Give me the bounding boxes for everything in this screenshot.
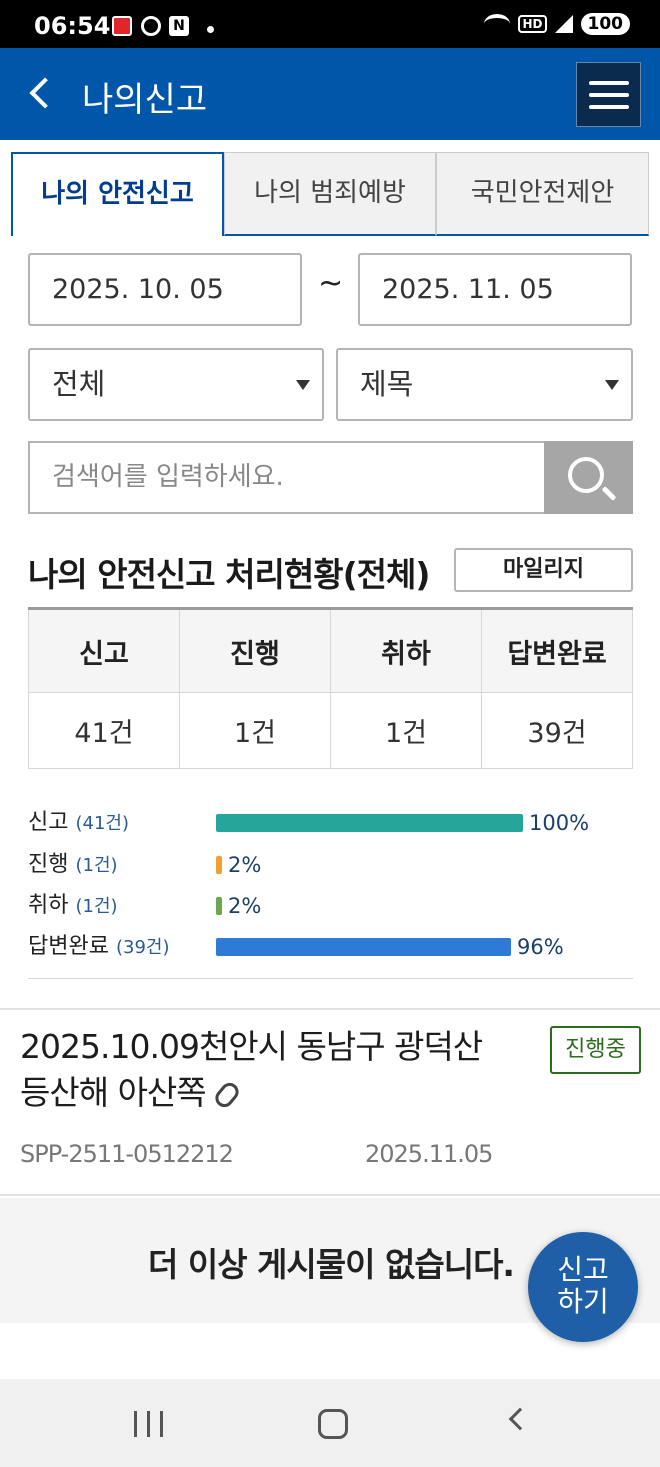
- list-item[interactable]: 2025.10.09천안시 동남구 광덕산 등산해 아산쪽 진행중 SPP-25…: [0, 1008, 660, 1196]
- system-back-button[interactable]: [508, 1407, 532, 1431]
- section-divider: [28, 978, 633, 979]
- fab-line2: 하기: [557, 1285, 609, 1318]
- signal-icon: [554, 15, 573, 33]
- search-icon: [568, 457, 604, 493]
- category-select[interactable]: 전체: [28, 348, 324, 421]
- report-fab-button[interactable]: 신고 하기: [528, 1232, 638, 1342]
- progress-count: (1건): [75, 896, 118, 917]
- progress-row: 취하 (1건) 2%: [28, 887, 633, 919]
- progress-label: 신고 (41건): [28, 804, 129, 836]
- search-input[interactable]: 검색어를 입력하세요.: [28, 441, 546, 514]
- progress-row: 진행 (1건) 2%: [28, 846, 633, 878]
- status-bar: 06:54 N HD 100: [0, 0, 660, 48]
- post-title-line1: 2025.10.09천안시 동남구 광덕산: [20, 1027, 483, 1066]
- recent-apps-icon: [134, 1411, 137, 1437]
- search-field-select[interactable]: 제목: [336, 348, 633, 421]
- battery-indicator: 100: [580, 13, 630, 35]
- hamburger-menu-icon: [589, 81, 629, 85]
- progress-label: 진행 (1건): [28, 846, 118, 878]
- progress-fill: [216, 814, 523, 832]
- hd-voice-icon: HD: [518, 15, 547, 33]
- progress-count: (39건): [115, 937, 170, 958]
- news-app-icon: [112, 16, 132, 36]
- progress-label-text: 진행: [28, 852, 69, 877]
- progress-percent: 2%: [228, 853, 262, 877]
- table-header: 신고: [28, 607, 180, 693]
- search-field-select-value: 제목: [360, 367, 414, 401]
- progress-track: [216, 938, 523, 956]
- tab-bar: 나의 안전신고 나의 범죄예방 국민안전제안: [11, 152, 649, 236]
- no-more-posts-text: 더 이상 게시물이 없습니다.: [148, 1245, 515, 1284]
- progress-label-text: 취하: [28, 893, 69, 918]
- progress-label: 답변완료 (39건): [28, 928, 169, 960]
- start-date-field[interactable]: 2025. 10. 05: [28, 253, 302, 326]
- fab-line1: 신고: [557, 1253, 609, 1286]
- status-summary-table: 신고 진행 취하 답변완료 41건 1건 1건 39건: [28, 607, 633, 769]
- table-header: 진행: [179, 607, 331, 693]
- progress-count: (1건): [75, 855, 118, 876]
- tab-my-crime-prevention[interactable]: 나의 범죄예방: [224, 152, 436, 236]
- recent-apps-button[interactable]: [134, 1411, 164, 1437]
- table-cell: 1건: [330, 692, 482, 769]
- recent-apps-icon-bar: [147, 1411, 150, 1437]
- progress-row: 신고 (41건) 100%: [28, 804, 633, 836]
- recent-apps-icon-bar: [160, 1411, 163, 1437]
- progress-percent: 96%: [517, 935, 564, 959]
- system-nav-bar: [0, 1379, 660, 1467]
- table-header: 답변완료: [481, 607, 633, 693]
- progress-fill: [216, 897, 222, 915]
- menu-button[interactable]: [576, 62, 641, 127]
- table-header: 취하: [330, 607, 482, 693]
- progress-percent: 100%: [529, 811, 590, 835]
- table-cell: 1건: [179, 692, 331, 769]
- end-date-field[interactable]: 2025. 11. 05: [358, 253, 632, 326]
- post-title[interactable]: 2025.10.09천안시 동남구 광덕산 등산해 아산쪽: [20, 1024, 530, 1116]
- progress-fill: [216, 856, 222, 874]
- progress-track: [216, 814, 523, 832]
- alarm-icon: [141, 16, 161, 36]
- app-header: 나의신고: [0, 48, 660, 140]
- tab-public-safety-proposal[interactable]: 국민안전제안: [436, 152, 649, 236]
- progress-row: 답변완료 (39건) 96%: [28, 928, 633, 960]
- status-time: 06:54: [34, 12, 111, 40]
- home-button[interactable]: [318, 1409, 348, 1439]
- progress-percent: 2%: [228, 894, 262, 918]
- mileage-button[interactable]: 마일리지: [454, 548, 633, 592]
- category-select-value: 전체: [52, 367, 106, 401]
- progress-track: [216, 897, 523, 915]
- date-range-separator: ~: [318, 266, 344, 301]
- progress-label-text: 답변완료: [28, 934, 109, 959]
- hamburger-line: [589, 93, 629, 97]
- search-button[interactable]: [544, 441, 633, 514]
- status-badge: 진행중: [550, 1026, 641, 1074]
- progress-label: 취하 (1건): [28, 887, 118, 919]
- caret-down-icon: [296, 380, 310, 390]
- page-title: 나의신고: [82, 80, 208, 120]
- tab-my-safety-report[interactable]: 나의 안전신고: [11, 152, 224, 236]
- hamburger-line: [589, 105, 629, 109]
- notification-dot-icon: [207, 26, 214, 33]
- progress-track: [216, 856, 523, 874]
- table-cell: 39건: [481, 692, 633, 769]
- table-cell: 41건: [28, 692, 180, 769]
- naver-icon: N: [169, 16, 189, 36]
- paperclip-icon: [211, 1079, 242, 1111]
- progress-label-text: 신고: [28, 810, 69, 835]
- post-date: 2025.11.05: [365, 1140, 493, 1168]
- caret-down-icon: [605, 380, 619, 390]
- post-id: SPP-2511-0512212: [20, 1140, 234, 1168]
- search-icon-handle: [601, 486, 617, 501]
- back-button[interactable]: [26, 76, 56, 112]
- status-summary-title: 나의 안전신고 처리현황(전체): [28, 555, 430, 594]
- post-title-line2: 등산해 아산쪽: [20, 1073, 207, 1112]
- progress-fill: [216, 938, 511, 956]
- progress-count: (41건): [75, 813, 129, 834]
- wifi-icon: [484, 14, 511, 34]
